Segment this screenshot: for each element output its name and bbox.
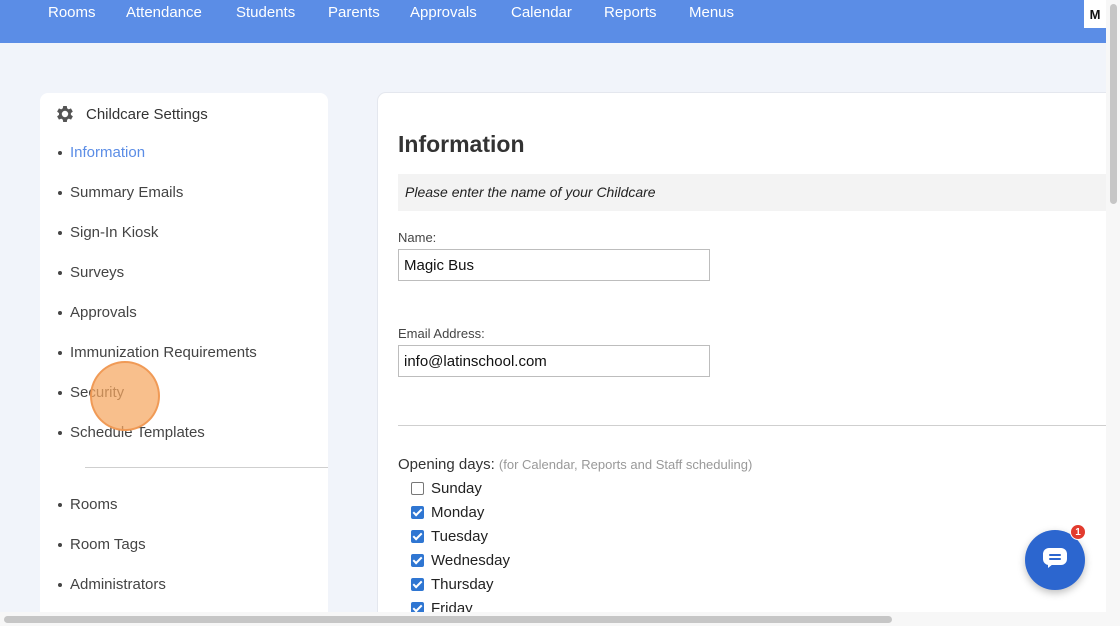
nav-item-students[interactable]: Students bbox=[236, 4, 295, 21]
day-option-tuesday[interactable]: Tuesday bbox=[411, 526, 488, 546]
chat-notification-badge: 1 bbox=[1070, 524, 1086, 540]
sidebar-item-schedule-templates[interactable]: Schedule Templates bbox=[58, 423, 205, 443]
day-label: Thursday bbox=[431, 575, 494, 593]
sidebar-title-text: Childcare Settings bbox=[86, 105, 208, 123]
day-option-wednesday[interactable]: Wednesday bbox=[411, 550, 510, 570]
sunday-checkbox[interactable] bbox=[411, 481, 424, 495]
sidebar-item-summary-emails[interactable]: Summary Emails bbox=[57, 183, 183, 203]
sidebar-item-room-tags[interactable]: Room Tags bbox=[58, 535, 146, 555]
wednesday-checkbox[interactable] bbox=[411, 553, 424, 567]
nav-item-reports[interactable]: Reports bbox=[604, 4, 657, 21]
settings-sidebar: Childcare Settings Information Summary E… bbox=[40, 93, 328, 626]
email-input[interactable] bbox=[398, 345, 710, 377]
email-label: Email Address: bbox=[398, 326, 485, 341]
vertical-scrollbar-thumb[interactable] bbox=[1110, 4, 1117, 204]
nav-item-parents[interactable]: Parents bbox=[328, 4, 380, 21]
vertical-scrollbar[interactable] bbox=[1106, 0, 1120, 626]
opening-days-note: (for Calendar, Reports and Staff schedul… bbox=[498, 457, 753, 472]
horizontal-scrollbar[interactable] bbox=[0, 612, 1106, 626]
sidebar-item-rooms[interactable]: Rooms bbox=[58, 495, 118, 515]
sidebar-item-sign-in-kiosk[interactable]: Sign-In Kiosk bbox=[57, 223, 158, 243]
nav-item-approvals[interactable]: Approvals bbox=[410, 4, 477, 21]
page-title: Information bbox=[398, 131, 525, 157]
opening-days-label: Opening days: (for Calendar, Reports and… bbox=[398, 456, 752, 473]
name-input[interactable] bbox=[398, 249, 710, 281]
monday-checkbox[interactable] bbox=[411, 505, 424, 519]
nav-item-calendar[interactable]: Calendar bbox=[511, 4, 572, 21]
sidebar-title: Childcare Settings bbox=[54, 103, 208, 125]
sidebar-divider bbox=[85, 467, 328, 468]
sidebar-item-surveys[interactable]: Surveys bbox=[57, 263, 124, 283]
day-label: Tuesday bbox=[431, 527, 488, 545]
day-label: Sunday bbox=[431, 479, 482, 497]
day-label: Monday bbox=[431, 503, 485, 521]
horizontal-scrollbar-thumb[interactable] bbox=[4, 616, 892, 623]
information-panel: Information Please enter the name of you… bbox=[378, 93, 1118, 626]
nav-item-menus[interactable]: Menus bbox=[689, 4, 734, 21]
opening-days-title: Opening days: bbox=[398, 456, 495, 473]
sidebar-item-information[interactable]: Information bbox=[57, 143, 145, 163]
nav-item-attendance[interactable]: Attendance bbox=[126, 4, 202, 21]
section-divider bbox=[398, 425, 1118, 426]
sidebar-item-approvals[interactable]: Approvals bbox=[58, 303, 137, 323]
hint-banner: Please enter the name of your Childcare bbox=[398, 174, 1118, 211]
name-label: Name: bbox=[398, 230, 437, 245]
day-option-monday[interactable]: Monday bbox=[411, 502, 484, 522]
chat-icon bbox=[1042, 547, 1068, 574]
sidebar-item-administrators[interactable]: Administrators bbox=[58, 575, 166, 595]
nav-item-rooms[interactable]: Rooms bbox=[48, 4, 96, 21]
gear-icon bbox=[54, 103, 76, 125]
sidebar-item-immunization-requirements[interactable]: Immunization Requirements bbox=[58, 343, 257, 363]
thursday-checkbox[interactable] bbox=[411, 577, 424, 591]
top-navigation-bar: Rooms Attendance Students Parents Approv… bbox=[0, 0, 1106, 43]
day-label: Wednesday bbox=[431, 551, 510, 569]
tuesday-checkbox[interactable] bbox=[411, 529, 424, 543]
day-option-sunday[interactable]: Sunday bbox=[411, 478, 482, 498]
sidebar-item-security[interactable]: Security bbox=[57, 383, 124, 403]
day-option-thursday[interactable]: Thursday bbox=[411, 574, 494, 594]
user-menu-button[interactable]: M bbox=[1084, 0, 1106, 28]
